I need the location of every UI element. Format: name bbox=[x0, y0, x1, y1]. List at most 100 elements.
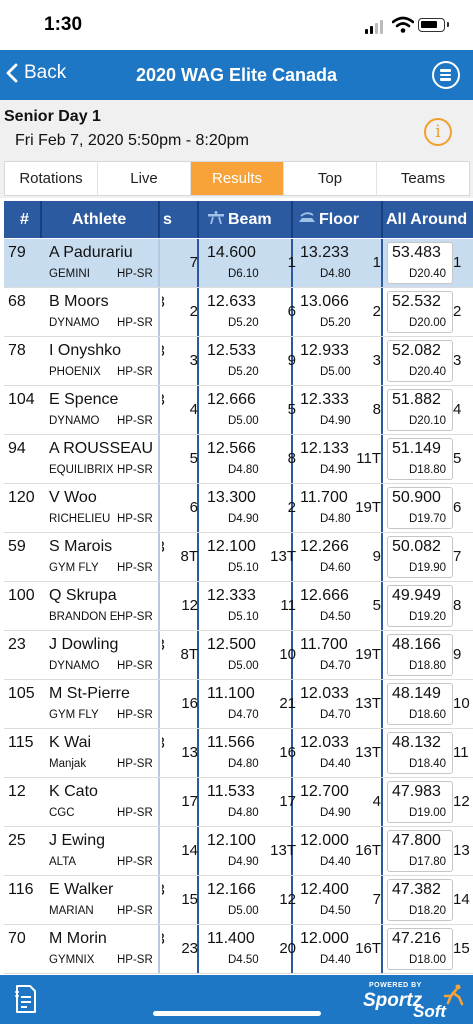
table-row[interactable]: )1425J EwingALTAHP-SR12.100D4.9013T12.00… bbox=[4, 827, 473, 876]
session-title: Senior Day 1 bbox=[4, 108, 101, 125]
info-icon[interactable]: i bbox=[424, 118, 452, 146]
athlete-level: HP-SR bbox=[117, 856, 153, 868]
beam-difficulty: D5.00 bbox=[228, 415, 259, 427]
athlete-name: Q Skrupa bbox=[49, 587, 117, 604]
prev-event-rank: 14 bbox=[181, 842, 198, 859]
beam-difficulty: D4.80 bbox=[228, 807, 259, 819]
athlete-level: HP-SR bbox=[117, 562, 153, 574]
athlete-name: E Spence bbox=[49, 391, 119, 408]
beam-rank: 13T bbox=[270, 842, 296, 859]
menu-icon[interactable] bbox=[432, 61, 460, 89]
header-prev-event[interactable]: s bbox=[163, 201, 172, 238]
tab-rotations[interactable]: Rotations bbox=[5, 162, 98, 195]
beam-score: 13.300 bbox=[207, 489, 256, 506]
athlete-name: K Wai bbox=[49, 734, 92, 751]
all-around-rank: 3 bbox=[453, 352, 462, 369]
session-datetime: Fri Feb 7, 2020 5:50pm - 8:20pm bbox=[15, 132, 249, 149]
prev-event-cell: 3 8T bbox=[162, 631, 200, 679]
prev-event-score: 3 bbox=[162, 294, 165, 312]
beam-score: 11.100 bbox=[207, 685, 255, 702]
tab-live[interactable]: Live bbox=[98, 162, 191, 195]
navigation-bar: Back 2020 WAG Elite Canada bbox=[0, 50, 473, 100]
athlete-name: M St-Pierre bbox=[49, 685, 130, 702]
athlete-rank: 120 bbox=[8, 489, 35, 506]
athlete-rank: 23 bbox=[8, 636, 26, 653]
home-indicator[interactable] bbox=[153, 1011, 321, 1016]
table-row[interactable]: 38T59S MaroisGYM FLYHP-SR12.100D5.1013T1… bbox=[4, 533, 473, 582]
tab-results[interactable]: Results bbox=[191, 162, 284, 195]
prev-event-cell: )12 bbox=[162, 582, 200, 630]
floor-rank: 9 bbox=[372, 548, 381, 565]
tab-teams[interactable]: Teams bbox=[377, 162, 469, 195]
prev-event-score: 3 bbox=[162, 343, 165, 361]
beam-rank: 12 bbox=[279, 891, 296, 908]
header-all-around[interactable]: All Around bbox=[386, 201, 467, 238]
table-row[interactable]: )594A ROUSSEAUEQUILIBRIXHP-SR12.566D4.80… bbox=[4, 435, 473, 484]
beam-score: 12.333 bbox=[207, 587, 256, 604]
table-row[interactable]: )779A PadurariuGEMINIHP-SR14.600D6.10113… bbox=[4, 239, 473, 288]
athlete-rank: 100 bbox=[8, 587, 35, 604]
tab-top[interactable]: Top bbox=[284, 162, 377, 195]
all-around-difficulty: D19.20 bbox=[409, 611, 447, 623]
header-floor[interactable]: Floor bbox=[298, 201, 359, 238]
prev-event-cell: )5 bbox=[162, 435, 200, 483]
athlete-name: M Morin bbox=[49, 930, 107, 947]
table-row[interactable]: 34104E SpenceDYNAMOHP-SR12.666D5.00512.3… bbox=[4, 386, 473, 435]
header-rank[interactable]: # bbox=[20, 201, 29, 238]
beam-difficulty: D4.80 bbox=[228, 758, 259, 770]
prev-event-cell: )16 bbox=[162, 680, 200, 728]
all-around-rank: 10 bbox=[453, 695, 470, 712]
athlete-level: HP-SR bbox=[117, 611, 153, 623]
bottom-bar: POWERED BY Sportz Soft bbox=[0, 975, 473, 1024]
all-around-difficulty: D20.40 bbox=[409, 268, 447, 280]
all-around-difficulty: D17.80 bbox=[409, 856, 447, 868]
athlete-rank: 104 bbox=[8, 391, 35, 408]
table-row[interactable]: )12100Q SkrupaBRANDON EHP-SR12.333D5.101… bbox=[4, 582, 473, 631]
beam-difficulty: D4.50 bbox=[228, 954, 259, 966]
all-around-score: 51.882 bbox=[392, 391, 441, 408]
prev-event-cell: 3 13 bbox=[162, 729, 200, 777]
prev-event-rank: 15 bbox=[181, 891, 198, 908]
table-row[interactable]: 3378I OnyshkoPHOENIXHP-SR12.533D5.20912.… bbox=[4, 337, 473, 386]
status-bar: 1:30 bbox=[0, 0, 473, 50]
table-row[interactable]: )1712K CatoCGCHP-SR11.533D4.801712.700D4… bbox=[4, 778, 473, 827]
athlete-name: E Walker bbox=[49, 881, 114, 898]
table-row[interactable]: )16105M St-PierreGYM FLYHP-SR11.100D4.70… bbox=[4, 680, 473, 729]
beam-rank: 9 bbox=[287, 352, 296, 369]
floor-rank: 8 bbox=[372, 401, 381, 418]
prev-event-rank: 5 bbox=[189, 450, 198, 467]
all-around-rank: 2 bbox=[453, 303, 462, 320]
header-athlete[interactable]: Athlete bbox=[72, 201, 126, 238]
floor-icon bbox=[299, 212, 315, 223]
battery-icon bbox=[418, 18, 449, 32]
all-around-difficulty: D18.80 bbox=[409, 464, 447, 476]
all-around-score: 48.149 bbox=[392, 685, 441, 702]
all-around-rank: 12 bbox=[453, 793, 470, 810]
table-row[interactable]: 315116E WalkerMARIANHP-SR12.166D5.001212… bbox=[4, 876, 473, 925]
page-title: 2020 WAG Elite Canada bbox=[135, 65, 338, 85]
all-around-difficulty: D18.20 bbox=[409, 905, 447, 917]
floor-rank: 16T bbox=[355, 940, 381, 957]
header-beam[interactable]: Beam bbox=[207, 201, 272, 238]
prev-event-score: 3 bbox=[162, 882, 165, 900]
header-floor-label: Floor bbox=[319, 211, 359, 228]
athlete-rank: 68 bbox=[8, 293, 26, 310]
table-row[interactable]: )6120V WooRICHELIEUHP-SR13.300D4.90211.7… bbox=[4, 484, 473, 533]
all-around-score: 47.983 bbox=[392, 783, 441, 800]
back-button[interactable]: Back bbox=[6, 62, 66, 84]
table-row[interactable]: 313115K WaiManjakHP-SR11.566D4.801612.03… bbox=[4, 729, 473, 778]
table-row[interactable]: 3268B MoorsDYNAMOHP-SR12.633D5.20613.066… bbox=[4, 288, 473, 337]
athlete-rank: 78 bbox=[8, 342, 26, 359]
table-row[interactable]: 32370M MorinGYMNIXHP-SR11.400D4.502012.0… bbox=[4, 925, 473, 974]
table-row[interactable]: 38T23J DowlingDYNAMOHP-SR12.500D5.001011… bbox=[4, 631, 473, 680]
all-around-difficulty: D18.60 bbox=[409, 709, 447, 721]
beam-difficulty: D4.80 bbox=[228, 464, 259, 476]
athlete-rank: 59 bbox=[8, 538, 26, 555]
chevron-left-icon bbox=[6, 63, 18, 83]
athlete-rank: 105 bbox=[8, 685, 35, 702]
all-around-score: 48.132 bbox=[392, 734, 441, 751]
athlete-level: HP-SR bbox=[117, 317, 153, 329]
all-around-score: 47.800 bbox=[392, 832, 441, 849]
prev-event-rank: 8T bbox=[180, 646, 198, 663]
document-icon[interactable] bbox=[14, 984, 38, 1014]
